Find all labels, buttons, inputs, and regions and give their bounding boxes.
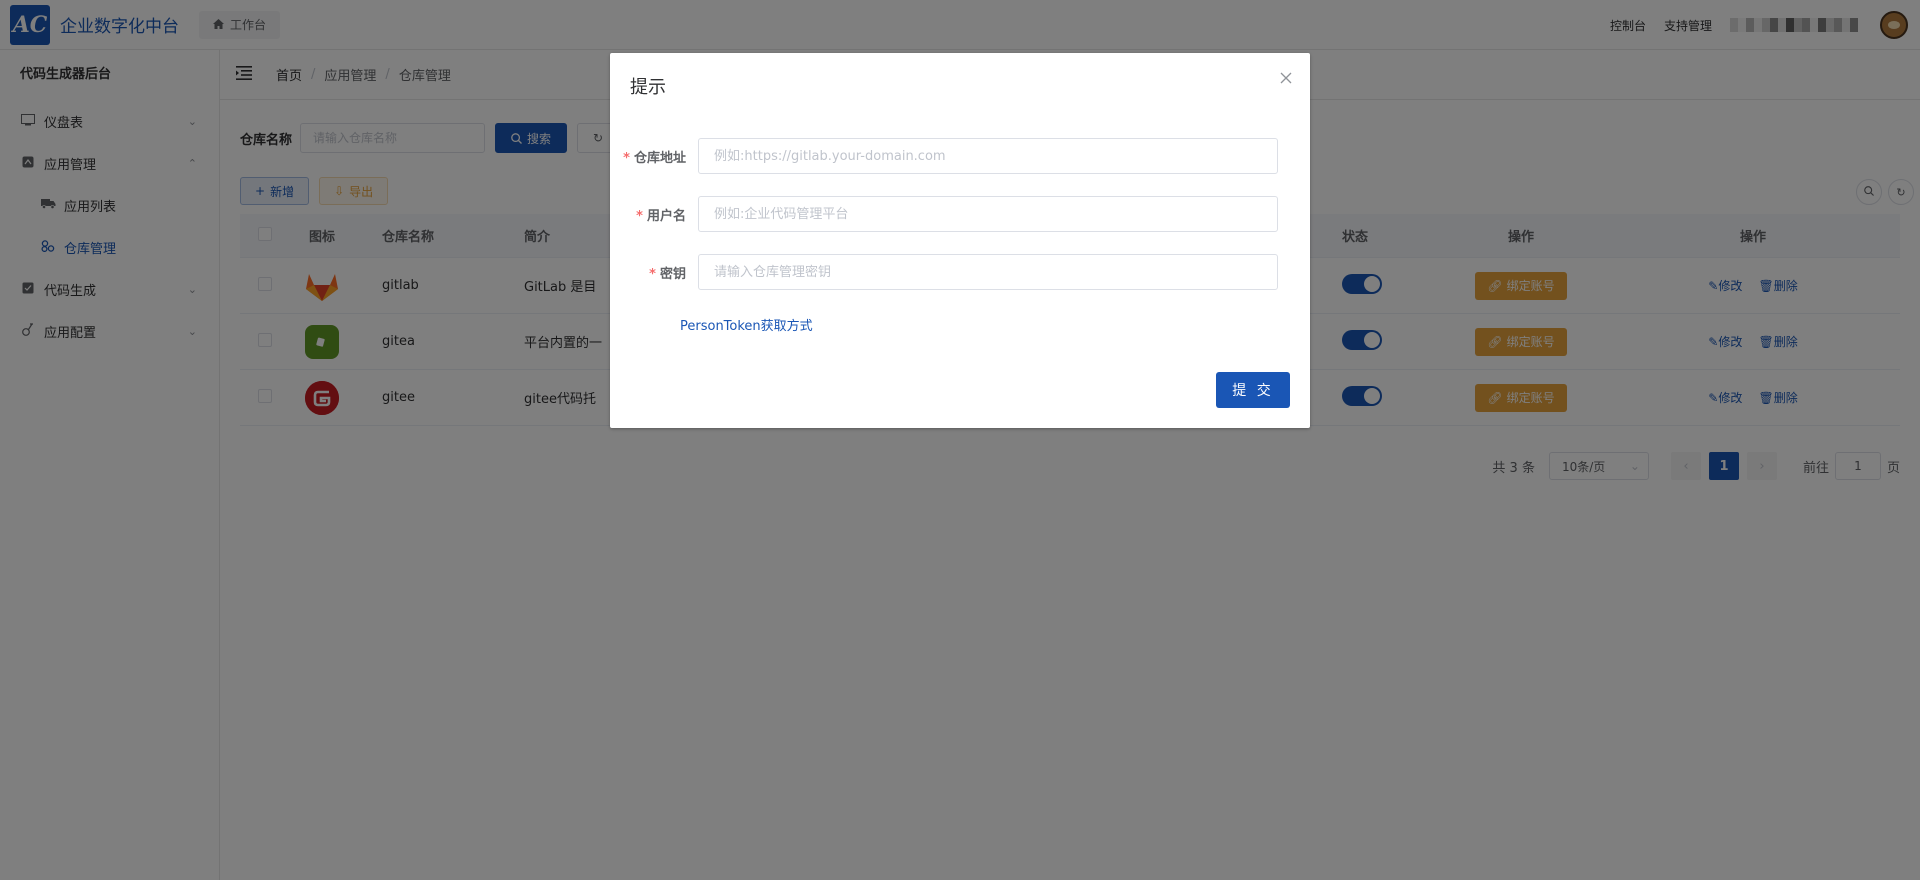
required-mark: * [636, 208, 643, 224]
submit-button[interactable]: 提 交 [1216, 372, 1290, 408]
repo-url-input[interactable] [698, 138, 1278, 174]
dialog-title: 提示 [630, 77, 666, 98]
username-input[interactable] [698, 196, 1278, 232]
repo-config-dialog: 提示 *仓库地址 *用户名 *密钥 PersonToken获取方式 提 交 [610, 53, 1310, 428]
repo-url-label: 仓库地址 [633, 150, 686, 166]
form-item-secret: * 密钥 [610, 253, 1310, 291]
secret-label: 密钥 [659, 266, 686, 282]
required-mark: * [623, 150, 630, 166]
form-item-username: * 用户名 [610, 195, 1310, 233]
secret-input[interactable] [698, 254, 1278, 290]
username-label: 用户名 [646, 208, 686, 224]
form-item-repo-url: * 仓库地址 [610, 137, 1310, 175]
required-mark: * [649, 266, 656, 282]
close-icon[interactable] [1280, 69, 1292, 88]
person-token-link[interactable]: PersonToken获取方式 [680, 315, 813, 334]
